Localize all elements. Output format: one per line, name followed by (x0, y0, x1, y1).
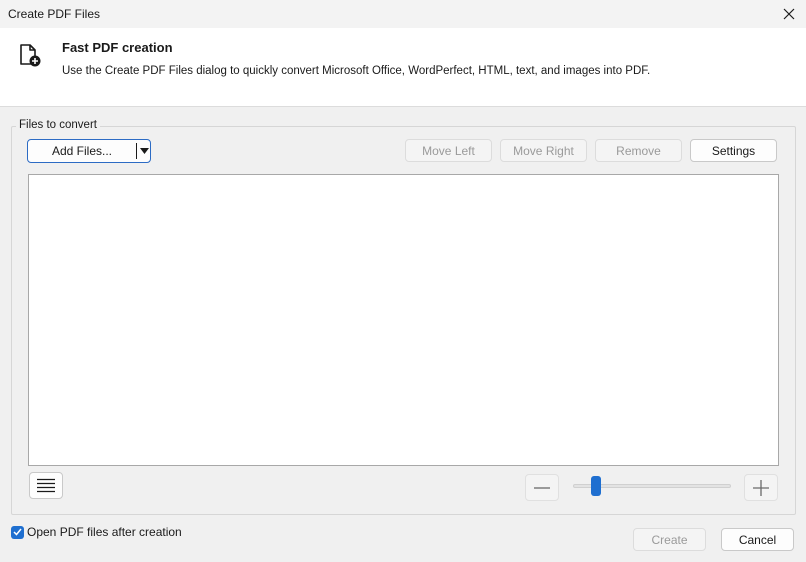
zoom-out-button[interactable] (525, 474, 559, 501)
open-after-creation-checkbox[interactable]: Open PDF files after creation (11, 525, 182, 539)
header-title: Fast PDF creation (62, 40, 173, 55)
add-files-button[interactable]: Add Files... (28, 140, 136, 162)
dropdown-arrow-icon (139, 148, 149, 154)
list-view-button[interactable] (29, 472, 63, 499)
close-button[interactable] (772, 0, 806, 28)
move-left-button[interactable]: Move Left (405, 139, 492, 162)
remove-button[interactable]: Remove (595, 139, 682, 162)
open-after-creation-label: Open PDF files after creation (27, 525, 182, 539)
settings-button[interactable]: Settings (690, 139, 777, 162)
move-right-button[interactable]: Move Right (500, 139, 587, 162)
document-add-icon (20, 44, 41, 67)
zoom-slider-thumb[interactable] (591, 476, 601, 496)
add-files-split-button: Add Files... (27, 139, 151, 163)
window-title: Create PDF Files (8, 7, 101, 21)
zoom-slider[interactable] (573, 476, 731, 496)
close-icon (783, 8, 795, 20)
list-view-icon (37, 478, 55, 492)
zoom-out-icon (534, 486, 550, 489)
add-files-dropdown-button[interactable] (137, 140, 151, 162)
dialog-header: Fast PDF creation Use the Create PDF Fil… (0, 28, 806, 107)
cancel-button[interactable]: Cancel (721, 528, 794, 551)
files-group-label: Files to convert (16, 119, 100, 131)
file-list[interactable] (28, 174, 779, 466)
checkmark-icon (13, 528, 22, 536)
header-description: Use the Create PDF Files dialog to quick… (62, 65, 651, 77)
zoom-in-button[interactable] (744, 474, 778, 501)
zoom-in-icon (753, 479, 769, 496)
create-button[interactable]: Create (633, 528, 706, 551)
title-bar: Create PDF Files (0, 0, 806, 28)
checkbox-box[interactable] (11, 525, 24, 539)
